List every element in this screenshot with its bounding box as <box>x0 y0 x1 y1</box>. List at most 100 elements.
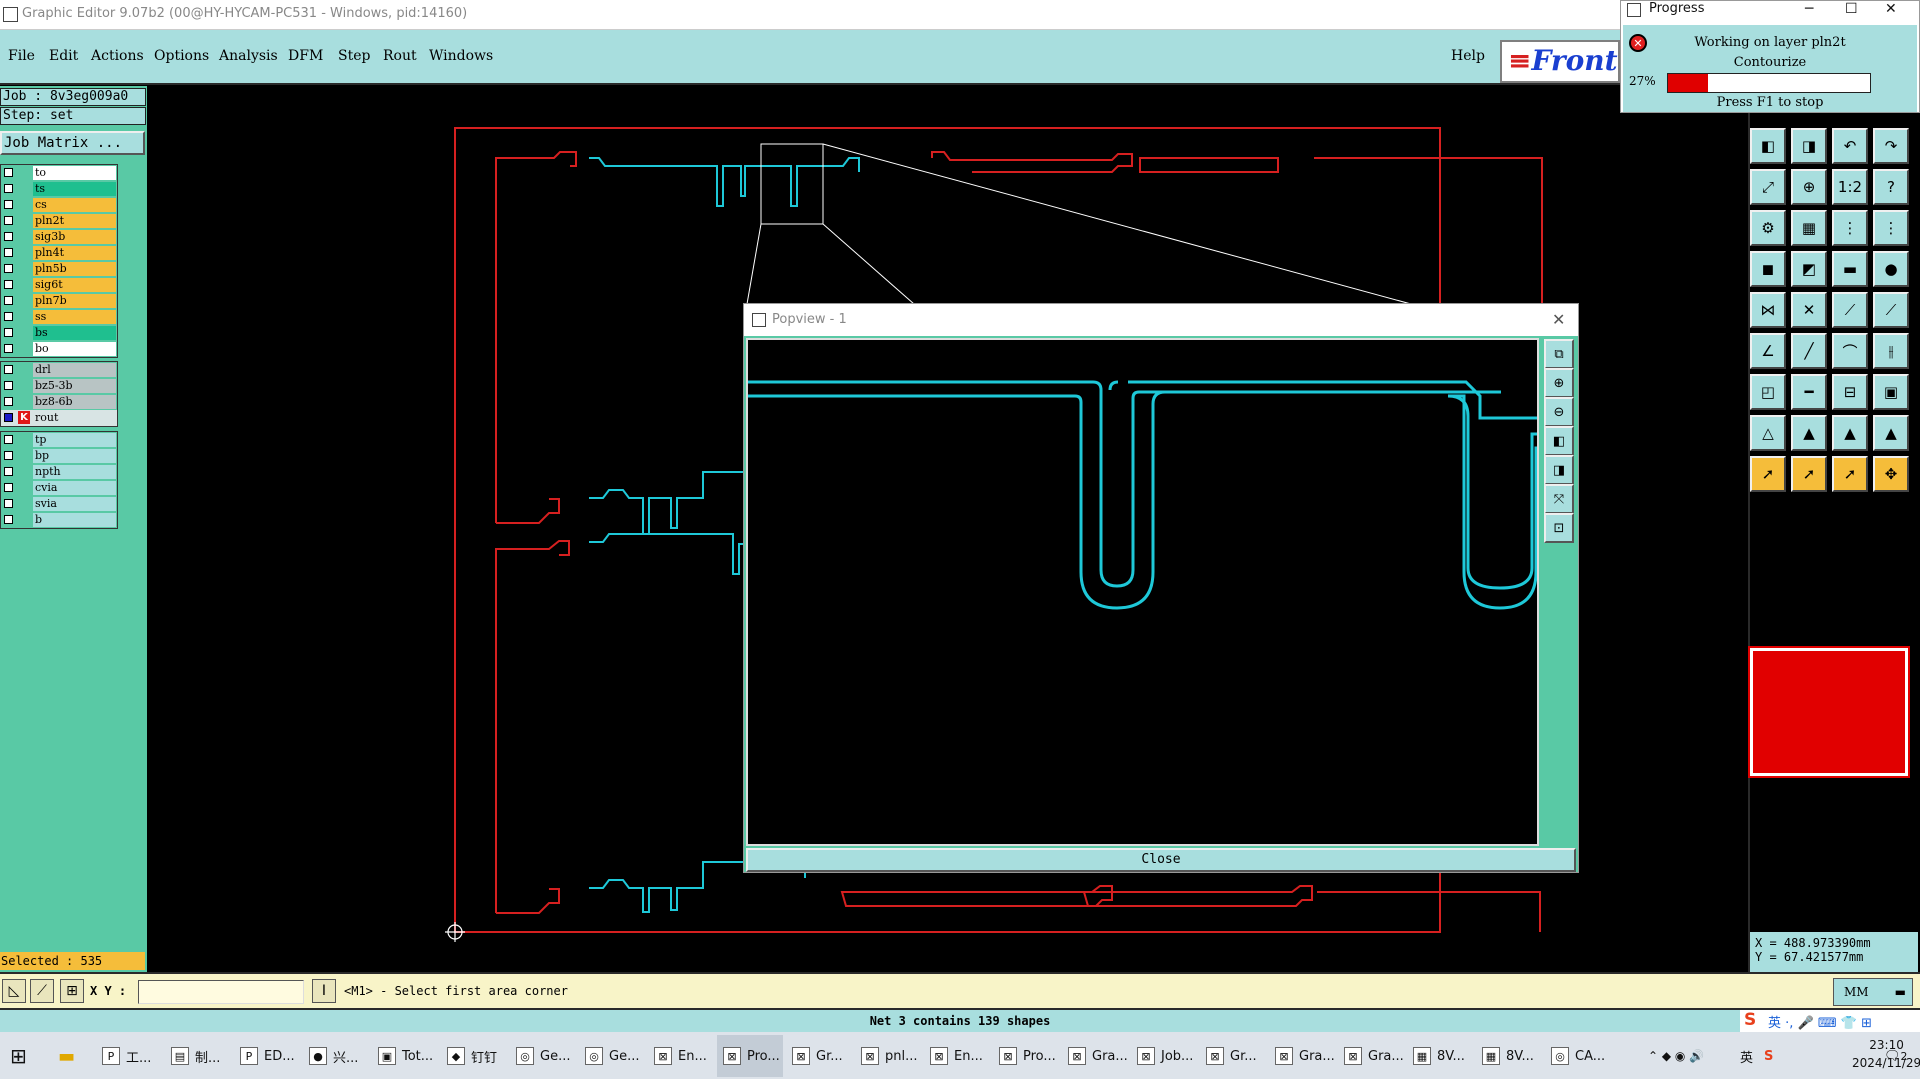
layer-checkbox[interactable] <box>4 216 13 225</box>
popview-close-button[interactable]: Close <box>746 848 1576 872</box>
line-icon[interactable]: ▬ <box>1832 251 1868 287</box>
popview-canvas[interactable] <box>746 338 1539 846</box>
popview-close-icon[interactable]: ✕ <box>1552 310 1565 329</box>
popview-pan-right-icon[interactable]: ◨ <box>1544 455 1574 485</box>
layer-row[interactable]: bz5-3b <box>1 378 117 394</box>
layer-checkbox[interactable] <box>4 248 13 257</box>
menu-step[interactable]: Step <box>338 48 370 64</box>
pad-icon[interactable]: ◼ <box>1750 251 1786 287</box>
tray-sogou-icon[interactable]: S <box>1764 1035 1773 1077</box>
arc-icon[interactable]: ⌒ <box>1832 333 1868 369</box>
triangle-icon[interactable]: △ <box>1750 415 1786 451</box>
panel-right-icon[interactable]: ◨ <box>1791 128 1827 164</box>
layer-row[interactable]: svia <box>1 496 117 512</box>
popview-pan-left-icon[interactable]: ◧ <box>1544 426 1574 456</box>
layer-checkbox[interactable] <box>4 381 13 390</box>
file-explorer-icon[interactable]: ▬ <box>58 1035 75 1077</box>
taskbar-app[interactable]: ◎ CA... <box>1545 1035 1611 1077</box>
square-icon[interactable]: ▣ <box>1873 374 1909 410</box>
slope-icon[interactable]: ╱ <box>1791 333 1827 369</box>
layer-checkbox[interactable] <box>4 168 13 177</box>
menu-edit[interactable]: Edit <box>49 48 78 64</box>
layer-checkbox[interactable] <box>4 296 13 305</box>
menu-help[interactable]: Help <box>1451 48 1485 64</box>
dash-icon[interactable]: ━ <box>1791 374 1827 410</box>
layer-checkbox[interactable] <box>4 264 13 273</box>
layer-checkbox[interactable] <box>4 200 13 209</box>
taskbar-app[interactable]: ⊠ Gr... <box>786 1035 852 1077</box>
layer-row[interactable]: sig3b <box>1 229 117 245</box>
measure-icon[interactable]: ⟋ <box>30 979 54 1003</box>
taskbar-app[interactable]: ◎ Ge... <box>510 1035 576 1077</box>
taskbar-app[interactable]: ◆ 钉钉 <box>441 1035 507 1077</box>
layer-row[interactable]: b <box>1 512 117 528</box>
taskbar-app[interactable]: ▦ 8V... <box>1476 1035 1542 1077</box>
layer-checkbox[interactable] <box>4 499 13 508</box>
net-icon[interactable]: ⋈ <box>1750 292 1786 328</box>
snap-icon[interactable]: ◺ <box>2 979 26 1003</box>
job-matrix-button[interactable]: Job Matrix ... <box>0 131 145 155</box>
minimize-icon[interactable]: ─ <box>1805 1 1813 17</box>
zoom-icon[interactable]: ⊕ <box>1791 169 1827 205</box>
layer-row[interactable]: ss <box>1 309 117 325</box>
taskbar-app[interactable]: ⊠ Gr... <box>1200 1035 1266 1077</box>
layer-row[interactable]: cs <box>1 197 117 213</box>
menu-file[interactable]: File <box>8 48 35 64</box>
cursor-mode-icon[interactable]: I <box>312 979 336 1003</box>
taskbar-app[interactable]: ◎ Ge... <box>579 1035 645 1077</box>
notification-icon[interactable]: 🗨 2 <box>1884 1035 1907 1077</box>
tray-ime[interactable]: 英 <box>1740 1035 1753 1077</box>
taskbar-app[interactable]: ⊠ En... <box>924 1035 990 1077</box>
popview-zoom-out-icon[interactable]: ⊖ <box>1544 397 1574 427</box>
connect-icon[interactable]: ⟋ <box>1873 292 1909 328</box>
layer-checkbox[interactable] <box>4 435 13 444</box>
layer-checkbox[interactable] <box>4 365 13 374</box>
layer-checkbox[interactable] <box>4 413 13 422</box>
layer-checkbox[interactable] <box>4 397 13 406</box>
dot-icon[interactable]: ● <box>1873 251 1909 287</box>
popview-center-icon[interactable]: ⊡ <box>1544 513 1574 543</box>
menu-analysis[interactable]: Analysis <box>219 48 278 64</box>
layer-row[interactable]: ts <box>1 181 117 197</box>
layer-checkbox[interactable] <box>4 451 13 460</box>
popview-zoom-fit-icon[interactable]: ⧉ <box>1544 339 1574 369</box>
menu-actions[interactable]: Actions <box>91 48 144 64</box>
layer-checkbox[interactable] <box>4 328 13 337</box>
snap-red-icon[interactable]: ⋮ <box>1832 210 1868 246</box>
layer-row[interactable]: to <box>1 165 117 181</box>
layer-row[interactable]: Krout <box>1 410 117 426</box>
grid-icon[interactable]: ▦ <box>1791 210 1827 246</box>
layer-row[interactable]: bo <box>1 341 117 357</box>
popview-fit-all-icon[interactable]: ⤧ <box>1544 484 1574 514</box>
layer-row[interactable]: pln4t <box>1 245 117 261</box>
stop-icon[interactable]: ✕ <box>1629 34 1647 52</box>
layer-row[interactable]: drl <box>1 362 117 378</box>
taskbar-app[interactable]: ▣ Tot... <box>372 1035 438 1077</box>
maximize-icon[interactable]: ☐ <box>1845 1 1858 17</box>
taskbar-app[interactable]: ⊠ Gra... <box>1062 1035 1128 1077</box>
layer-row[interactable]: sig6t <box>1 277 117 293</box>
menu-rout[interactable]: Rout <box>383 48 417 64</box>
feature-icon[interactable]: ◩ <box>1791 251 1827 287</box>
taskbar-app[interactable]: ⊠ Job... <box>1131 1035 1197 1077</box>
undo-icon[interactable]: ↶ <box>1832 128 1868 164</box>
layer-row[interactable]: tp <box>1 432 117 448</box>
peak3-icon[interactable]: ▲ <box>1873 415 1909 451</box>
layer-row[interactable]: pln5b <box>1 261 117 277</box>
popview-zoom-in-icon[interactable]: ⊕ <box>1544 368 1574 398</box>
tray-icons[interactable]: ⌃ ◆ ◉ 🔊 <box>1648 1035 1704 1077</box>
panel-left-icon[interactable]: ◧ <box>1750 128 1786 164</box>
help-icon[interactable]: ? <box>1873 169 1909 205</box>
snap-both-icon[interactable]: ⋮ <box>1873 210 1909 246</box>
menu-windows[interactable]: Windows <box>429 48 493 64</box>
bracket-icon[interactable]: ⊟ <box>1832 374 1868 410</box>
split-icon[interactable]: ⫲ <box>1873 333 1909 369</box>
pointer3-icon[interactable]: ➚ <box>1832 456 1868 492</box>
layer-checkbox[interactable] <box>4 232 13 241</box>
layer-row[interactable]: cvia <box>1 480 117 496</box>
scale-icon[interactable]: 1:2 <box>1832 169 1868 205</box>
peak-icon[interactable]: ▲ <box>1791 415 1827 451</box>
layer-row[interactable]: bz8-6b <box>1 394 117 410</box>
node-icon[interactable]: ◰ <box>1750 374 1786 410</box>
taskbar-app[interactable]: ⊠ Pro... <box>717 1035 783 1077</box>
